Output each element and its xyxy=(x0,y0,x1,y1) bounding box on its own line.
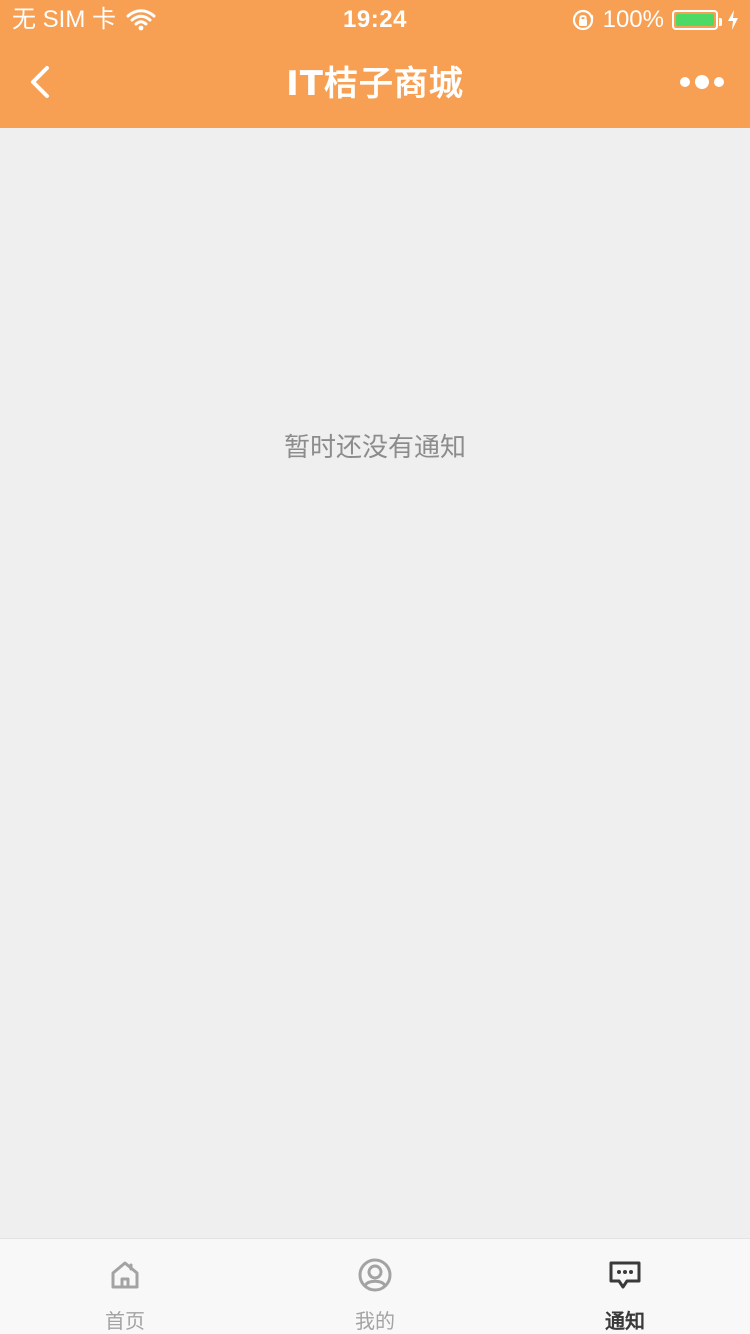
charging-bolt-icon xyxy=(726,9,740,31)
tab-home-label: 首页 xyxy=(105,1309,145,1333)
tab-bar: 首页 我的 通知 xyxy=(0,1238,750,1334)
status-right: 100% xyxy=(571,0,740,40)
tab-profile-label: 我的 xyxy=(355,1309,395,1333)
tab-home[interactable]: 首页 xyxy=(0,1239,250,1334)
status-bar: 无 SIM 卡 19:24 100% xyxy=(0,0,750,40)
battery-fill xyxy=(676,14,714,26)
notifications-main: 暂时还没有通知 xyxy=(0,128,750,1238)
more-horizontal-icon xyxy=(677,72,727,96)
battery-cap xyxy=(719,18,722,26)
tab-notifications-label: 通知 xyxy=(605,1309,645,1333)
page-title: IT桔子商城 xyxy=(286,64,464,104)
message-icon xyxy=(605,1255,645,1295)
more-button[interactable] xyxy=(672,66,732,102)
tab-notifications[interactable]: 通知 xyxy=(500,1239,750,1334)
tab-profile[interactable]: 我的 xyxy=(250,1239,500,1334)
home-icon xyxy=(105,1255,145,1295)
battery-icon xyxy=(672,10,722,30)
orientation-lock-icon xyxy=(571,8,595,32)
top-bar: 无 SIM 卡 19:24 100% IT桔子商城 xyxy=(0,0,750,128)
battery-percent: 100% xyxy=(602,6,664,33)
navigation-bar: IT桔子商城 xyxy=(0,40,750,128)
empty-state-text: 暂时还没有通知 xyxy=(283,433,466,463)
user-circle-icon xyxy=(355,1255,395,1295)
screen: 无 SIM 卡 19:24 100% IT桔子商城 暂时还没有通知 首页 我的 … xyxy=(0,0,750,1334)
